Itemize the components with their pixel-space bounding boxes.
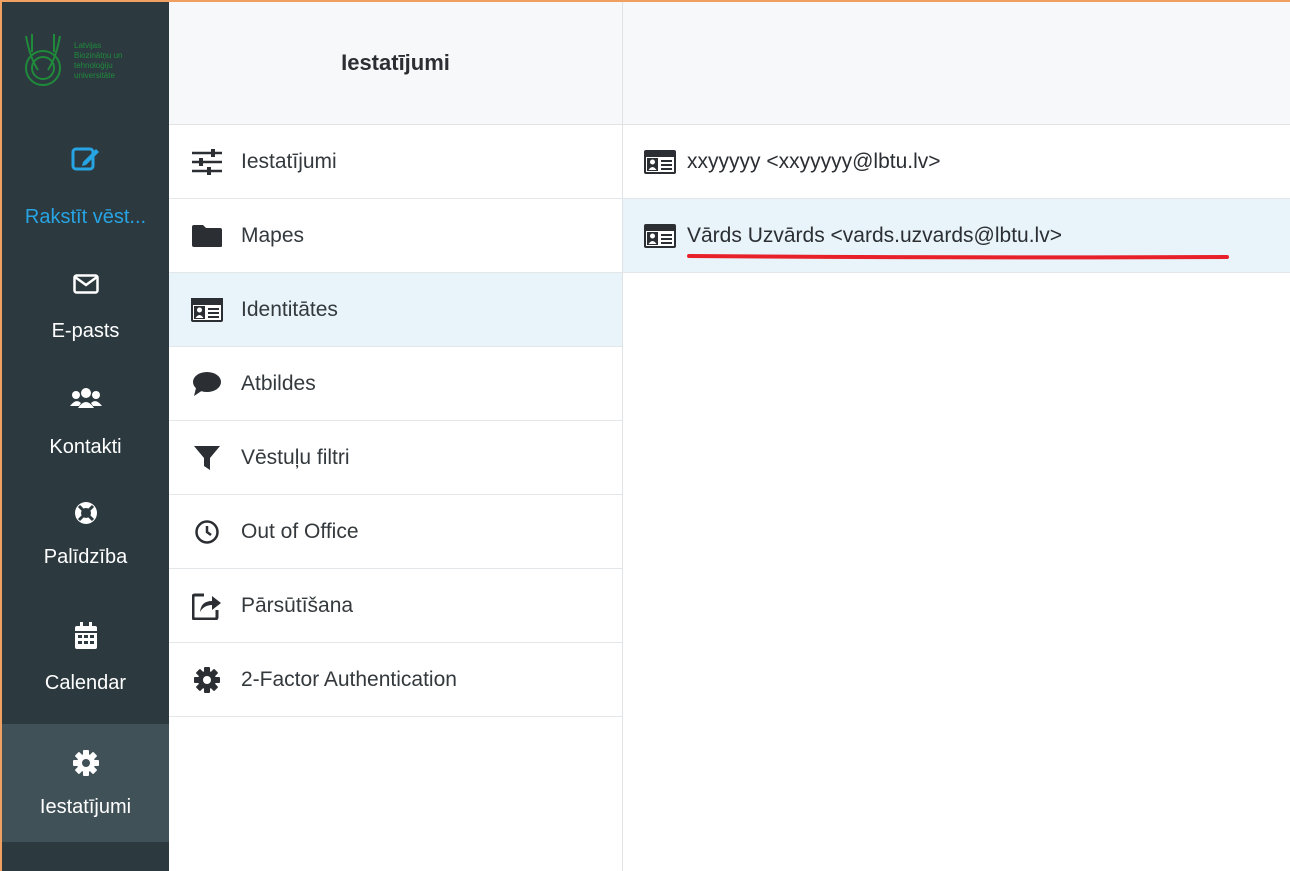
settings-item-responses[interactable]: Atbildes (169, 347, 622, 421)
nav-help-label: Palīdzība (43, 546, 128, 568)
comment-icon (189, 370, 225, 398)
settings-item-label: Mapes (241, 223, 305, 247)
id-card-icon (643, 222, 681, 250)
svg-text:Latvijas: Latvijas (74, 41, 101, 50)
settings-item-identities[interactable]: Identitātes (169, 273, 622, 347)
settings-sections-panel: Iestatījumi Iestatījumi Mapes Identitāte… (169, 2, 623, 871)
calendar-icon (2, 622, 169, 652)
nav-contacts[interactable]: Kontakti (2, 356, 169, 474)
users-icon (2, 386, 169, 416)
settings-item-label: 2-Factor Authentication (241, 667, 457, 691)
svg-text:universitāte: universitāte (74, 71, 115, 80)
identities-header (623, 2, 1290, 125)
nav-compose-label: Rakstīt vēst... (24, 206, 147, 228)
nav-mail-label: E-pasts (51, 320, 120, 342)
share-icon (189, 592, 225, 620)
identity-label: Vārds Uzvārds <vards.uzvards@lbtu.lv> (687, 223, 1062, 247)
id-card-icon (643, 148, 681, 176)
envelope-icon (2, 274, 169, 304)
panel-title: Iestatījumi (169, 2, 622, 125)
nav-settings[interactable]: Iestatījumi (2, 724, 169, 842)
settings-item-label: Out of Office (241, 519, 359, 543)
settings-item-out-of-office[interactable]: Out of Office (169, 495, 622, 569)
settings-item-2fa[interactable]: 2-Factor Authentication (169, 643, 622, 717)
svg-text:Biozinātņu un: Biozinātņu un (74, 51, 122, 60)
settings-item-label: Pārsūtīšana (241, 593, 354, 617)
svg-text:tehnoloģiju: tehnoloģiju (74, 61, 113, 70)
university-logo: Latvijas Biozinātņu un tehnoloģiju unive… (25, 34, 122, 86)
nav-calendar[interactable]: Calendar (2, 592, 169, 710)
lifebuoy-icon (2, 500, 169, 530)
nav-compose[interactable]: Rakstīt vēst... (2, 120, 169, 238)
gear-icon (189, 666, 225, 694)
settings-item-label: Vēstuļu filtri (241, 445, 350, 469)
settings-item-label: Atbildes (241, 371, 316, 395)
identity-label: xxyyyyy <xxyyyyy@lbtu.lv> (687, 149, 941, 173)
clock-icon (189, 518, 225, 546)
identity-row[interactable]: xxyyyyy <xxyyyyy@lbtu.lv> (623, 125, 1290, 199)
nav-help[interactable]: Palīdzība (2, 474, 169, 592)
nav-settings-label: Iestatījumi (39, 796, 132, 818)
main-nav: Latvijas Biozinātņu un tehnoloģiju unive… (2, 2, 169, 871)
settings-item-label: Iestatījumi (241, 149, 337, 173)
settings-item-label: Identitātes (241, 297, 338, 321)
filter-icon (189, 444, 225, 472)
nav-mail[interactable]: E-pasts (2, 238, 169, 356)
settings-item-folders[interactable]: Mapes (169, 199, 622, 273)
settings-item-forwarding[interactable]: Pārsūtīšana (169, 569, 622, 643)
settings-item-preferences[interactable]: Iestatījumi (169, 125, 622, 199)
red-underline-annotation (687, 254, 1229, 260)
gear-icon (2, 750, 169, 780)
nav-contacts-label: Kontakti (49, 436, 122, 458)
id-card-icon (189, 296, 225, 324)
folder-icon (189, 222, 225, 250)
settings-item-filters[interactable]: Vēstuļu filtri (169, 421, 622, 495)
identities-panel: xxyyyyy <xxyyyyy@lbtu.lv> Vārds Uzvārds … (623, 2, 1290, 871)
compose-icon (2, 144, 169, 174)
identity-row-selected[interactable]: Vārds Uzvārds <vards.uzvards@lbtu.lv> (623, 199, 1290, 273)
nav-calendar-label: Calendar (44, 672, 127, 694)
sliders-icon (189, 148, 225, 176)
